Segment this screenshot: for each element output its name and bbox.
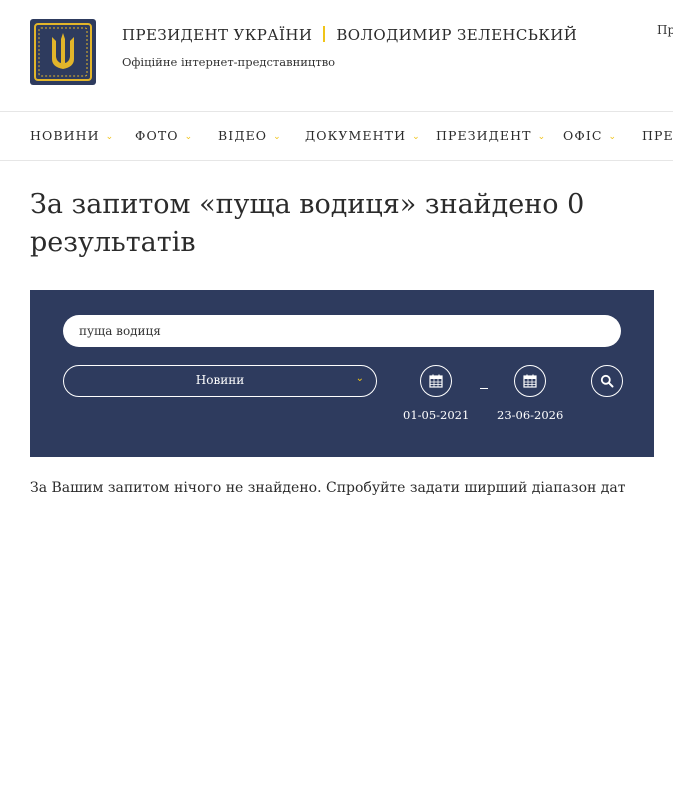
nav-item-label: ФОТО — [135, 128, 179, 143]
search-button[interactable] — [591, 365, 623, 397]
nav-item-news[interactable]: НОВИНИ ⌄ — [30, 128, 114, 143]
calendar-icon — [429, 374, 443, 388]
date-to-value: 23-06-2026 — [497, 408, 564, 422]
nav-item-documents[interactable]: ДОКУМЕНТИ ⌄ — [305, 128, 421, 143]
chevron-down-icon: ⌄ — [412, 132, 421, 142]
chevron-down-icon: ⌄ — [273, 132, 282, 142]
brand-separator — [323, 26, 326, 42]
chevron-down-icon: ⌄ — [105, 132, 115, 142]
nav-item-press[interactable]: ПРЕС — [642, 128, 673, 143]
nav-item-label: ВІДЕО — [218, 128, 268, 143]
nav-item-label: ПРЕЗИДЕНТ — [436, 128, 532, 143]
nav-item-label: НОВИНИ — [30, 128, 100, 143]
trident-coat-of-arms-icon — [34, 23, 92, 81]
brand-title-name: ВОЛОДИМИР ЗЕЛЕНСЬКИЙ — [336, 26, 578, 44]
nav-item-president[interactable]: ПРЕЗИДЕНТ ⌄ — [436, 128, 546, 143]
category-select-value: Новини — [195, 373, 245, 387]
no-results-message: За Вашим запитом нічого не знайдено. Спр… — [30, 480, 626, 496]
chevron-down-icon: ⌄ — [184, 132, 194, 142]
nav-item-label: ДОКУМЕНТИ — [305, 128, 407, 143]
calendar-icon — [523, 374, 537, 388]
site-header: ПРЕЗИДЕНТ УКРАЇНИ ВОЛОДИМИР ЗЕЛЕНСЬКИЙ Оф… — [0, 0, 673, 112]
nav-item-video[interactable]: ВІДЕО ⌄ — [218, 128, 282, 143]
search-input[interactable] — [63, 315, 621, 347]
search-icon — [600, 374, 614, 388]
brand-title-president: ПРЕЗИДЕНТ УКРАЇНИ — [122, 26, 313, 44]
nav-item-photo[interactable]: ФОТО ⌄ — [135, 128, 193, 143]
nav-item-label: ОФІС — [563, 128, 603, 143]
search-panel: Новини ⌄ 01-05-2021 23-06-2026 — [30, 290, 654, 457]
category-select[interactable]: Новини ⌄ — [63, 365, 377, 397]
site-logo[interactable] — [30, 19, 96, 85]
chevron-down-icon: ⌄ — [355, 373, 364, 384]
date-range-dash — [480, 388, 488, 389]
main-navigation: НОВИНИ ⌄ ФОТО ⌄ ВІДЕО ⌄ ДОКУМЕНТИ ⌄ ПРЕЗИДЕН… — [0, 112, 673, 161]
brand-title: ПРЕЗИДЕНТ УКРАЇНИ ВОЛОДИМИР ЗЕЛЕНСЬКИЙ — [122, 26, 577, 44]
brand-block[interactable]: ПРЕЗИДЕНТ УКРАЇНИ ВОЛОДИМИР ЗЕЛЕНСЬКИЙ Оф… — [122, 26, 577, 69]
chevron-down-icon: ⌄ — [608, 132, 618, 142]
brand-subtitle: Офіційне інтернет-представництво — [122, 55, 336, 69]
date-from-button[interactable] — [420, 365, 452, 397]
nav-item-office[interactable]: ОФІС ⌄ — [563, 128, 617, 143]
chevron-down-icon: ⌄ — [537, 132, 547, 142]
nav-item-label: ПРЕС — [642, 128, 673, 143]
date-from-value: 01-05-2021 — [403, 408, 470, 422]
date-to-button[interactable] — [514, 365, 546, 397]
page-title: За запитом «пуща водиця» знайдено 0 резу… — [30, 189, 585, 258]
language-link[interactable]: Пр — [657, 23, 673, 37]
